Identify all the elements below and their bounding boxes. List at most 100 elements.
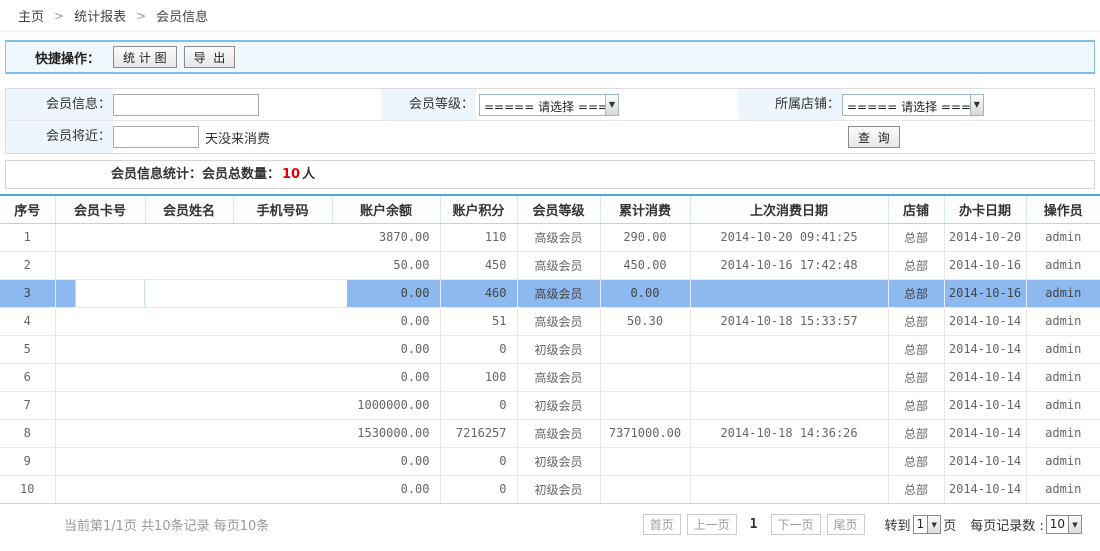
goto-page-select[interactable]: 1 ▼ bbox=[913, 515, 942, 534]
page-size-label: 每页记录数 : bbox=[970, 515, 1044, 534]
column-header-total: 累计消费 bbox=[600, 195, 690, 223]
quick-actions-label: 快捷操作： bbox=[35, 48, 100, 67]
store-label: 所属店铺： bbox=[738, 89, 842, 121]
table-row[interactable]: 90.000初级会员总部2014-10-14admin bbox=[0, 447, 1100, 475]
cell-card bbox=[55, 447, 145, 475]
cell-total: 7371000.00 bbox=[600, 419, 690, 447]
cell-phone bbox=[233, 279, 332, 307]
chevron-down-icon: ▼ bbox=[970, 95, 983, 115]
breadcrumb-separator: > bbox=[54, 9, 64, 23]
column-header-phone: 手机号码 bbox=[233, 195, 332, 223]
quick-actions-bar: 快捷操作： 统 计 图 导 出 bbox=[5, 40, 1095, 74]
cell-level: 初级会员 bbox=[517, 391, 600, 419]
cell-level: 初级会员 bbox=[517, 475, 600, 503]
cell-card bbox=[55, 223, 145, 251]
cell-balance: 3870.00 bbox=[332, 223, 440, 251]
cell-store: 总部 bbox=[888, 279, 944, 307]
table-row[interactable]: 250.00450高级会员450.002014-10-16 17:42:48总部… bbox=[0, 251, 1100, 279]
cell-card_date: 2014-10-14 bbox=[944, 391, 1026, 419]
cell-last: 2014-10-16 17:42:48 bbox=[690, 251, 888, 279]
cell-points: 0 bbox=[440, 335, 517, 363]
cell-seq: 4 bbox=[0, 307, 55, 335]
cell-points: 7216257 bbox=[440, 419, 517, 447]
cell-total bbox=[600, 391, 690, 419]
column-header-store: 店铺 bbox=[888, 195, 944, 223]
cell-store: 总部 bbox=[888, 391, 944, 419]
store-select[interactable]: ===== 请选择 ===== ▼ bbox=[842, 94, 984, 116]
cell-operator: admin bbox=[1026, 419, 1100, 447]
cell-last bbox=[690, 335, 888, 363]
cell-last bbox=[690, 363, 888, 391]
cell-points: 110 bbox=[440, 223, 517, 251]
cell-last: 2014-10-20 09:41:25 bbox=[690, 223, 888, 251]
table-row[interactable]: 71000000.000初级会员总部2014-10-14admin bbox=[0, 391, 1100, 419]
cell-store: 总部 bbox=[888, 363, 944, 391]
chevron-down-icon: ▼ bbox=[1068, 516, 1081, 533]
cell-store: 总部 bbox=[888, 335, 944, 363]
table-row[interactable]: 81530000.007216257高级会员7371000.002014-10-… bbox=[0, 419, 1100, 447]
cell-last bbox=[690, 279, 888, 307]
breadcrumb-home[interactable]: 主页 bbox=[18, 6, 44, 25]
column-header-operator: 操作员 bbox=[1026, 195, 1100, 223]
cell-last bbox=[690, 391, 888, 419]
breadcrumb-reports[interactable]: 统计报表 bbox=[74, 6, 126, 25]
column-header-card_date: 办卡日期 bbox=[944, 195, 1026, 223]
cell-last bbox=[690, 475, 888, 503]
cell-last bbox=[690, 447, 888, 475]
cell-card_date: 2014-10-14 bbox=[944, 307, 1026, 335]
chevron-down-icon: ▼ bbox=[605, 95, 618, 115]
cell-seq: 1 bbox=[0, 223, 55, 251]
cell-card bbox=[55, 475, 145, 503]
cell-name bbox=[145, 307, 233, 335]
cell-store: 总部 bbox=[888, 447, 944, 475]
search-button[interactable]: 查 询 bbox=[848, 126, 900, 148]
cell-operator: admin bbox=[1026, 307, 1100, 335]
table-row[interactable]: 50.000初级会员总部2014-10-14admin bbox=[0, 335, 1100, 363]
cell-balance: 1530000.00 bbox=[332, 419, 440, 447]
cell-points: 450 bbox=[440, 251, 517, 279]
cell-balance: 50.00 bbox=[332, 251, 440, 279]
column-header-name: 会员姓名 bbox=[145, 195, 233, 223]
cell-operator: admin bbox=[1026, 335, 1100, 363]
table-row[interactable]: 40.0051高级会员50.302014-10-18 15:33:57总部201… bbox=[0, 307, 1100, 335]
cell-operator: admin bbox=[1026, 391, 1100, 419]
cell-level: 初级会员 bbox=[517, 335, 600, 363]
cell-seq: 5 bbox=[0, 335, 55, 363]
page-size-select-value: 10 bbox=[1047, 516, 1068, 533]
table-row[interactable]: 30.00460高级会员0.00总部2014-10-16admin bbox=[0, 279, 1100, 307]
cell-card bbox=[55, 363, 145, 391]
cell-total: 0.00 bbox=[600, 279, 690, 307]
cell-seq: 8 bbox=[0, 419, 55, 447]
last-page-button[interactable]: 尾页 bbox=[827, 514, 865, 535]
cell-total bbox=[600, 363, 690, 391]
cell-store: 总部 bbox=[888, 251, 944, 279]
member-info-input[interactable] bbox=[113, 94, 259, 116]
cell-balance: 0.00 bbox=[332, 307, 440, 335]
goto-page-select-value: 1 bbox=[914, 516, 928, 533]
first-page-button[interactable]: 首页 bbox=[643, 514, 681, 535]
cell-last: 2014-10-18 15:33:57 bbox=[690, 307, 888, 335]
breadcrumb-separator: > bbox=[136, 9, 146, 23]
next-page-button[interactable]: 下一页 bbox=[771, 514, 821, 535]
table-row[interactable]: 13870.00110高级会员290.002014-10-20 09:41:25… bbox=[0, 223, 1100, 251]
member-level-select[interactable]: ===== 请选择 ===== ▼ bbox=[479, 94, 619, 116]
cell-level: 高级会员 bbox=[517, 251, 600, 279]
table-row[interactable]: 100.000初级会员总部2014-10-14admin bbox=[0, 475, 1100, 503]
cell-card bbox=[55, 307, 145, 335]
cell-phone bbox=[233, 251, 332, 279]
cell-points: 100 bbox=[440, 363, 517, 391]
export-button[interactable]: 导 出 bbox=[184, 46, 236, 68]
cell-store: 总部 bbox=[888, 419, 944, 447]
table-row[interactable]: 60.00100高级会员总部2014-10-14admin bbox=[0, 363, 1100, 391]
cell-level: 高级会员 bbox=[517, 223, 600, 251]
cell-phone bbox=[233, 475, 332, 503]
cell-seq: 9 bbox=[0, 447, 55, 475]
statistics-chart-button[interactable]: 统 计 图 bbox=[113, 46, 177, 68]
cell-total bbox=[600, 447, 690, 475]
days-since-input[interactable] bbox=[113, 126, 199, 148]
cell-level: 初级会员 bbox=[517, 447, 600, 475]
chevron-down-icon: ▼ bbox=[927, 516, 940, 533]
cell-name bbox=[145, 223, 233, 251]
prev-page-button[interactable]: 上一页 bbox=[687, 514, 737, 535]
page-size-select[interactable]: 10 ▼ bbox=[1046, 515, 1082, 534]
